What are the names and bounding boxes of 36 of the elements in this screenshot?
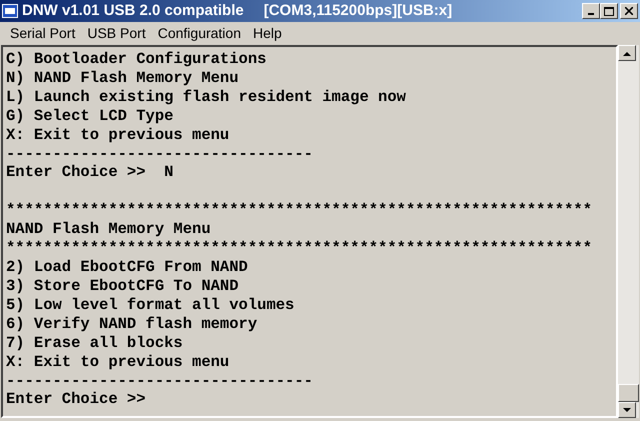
- up-arrow-icon: [623, 50, 631, 56]
- menu-item[interactable]: Configuration: [152, 22, 247, 44]
- menu-item[interactable]: Help: [247, 22, 288, 44]
- menu-item[interactable]: USB Port: [81, 22, 152, 44]
- window-title: DNW v1.01 USB 2.0 compatible: [22, 0, 244, 21]
- menu-item[interactable]: Serial Port: [4, 22, 82, 44]
- terminal-line: N) NAND Flash Memory Menu: [6, 68, 239, 88]
- terminal-line: NAND Flash Memory Menu: [6, 220, 211, 240]
- terminal-line: 6) Verify NAND flash memory: [6, 314, 258, 334]
- terminal-line: Enter Choice >> N: [6, 163, 174, 182]
- connection-status: [COM3,115200bps][USB:x]: [264, 0, 452, 21]
- terminal-line: X: Exit to previous menu: [6, 352, 230, 372]
- terminal-line: C) Bootloader Configurations: [6, 50, 266, 69]
- terminal-line: 7) Erase all blocks: [6, 334, 183, 353]
- close-button[interactable]: [620, 3, 638, 19]
- maximize-button[interactable]: [600, 3, 618, 19]
- app-icon: [2, 4, 18, 18]
- terminal-line: ***************************************************************: [6, 239, 592, 258]
- terminal-line: 2) Load EbootCFG From NAND: [6, 258, 248, 277]
- scrollbar[interactable]: [618, 45, 639, 418]
- down-arrow-icon: [623, 408, 631, 412]
- terminal-line: ***************************************************************: [6, 201, 592, 220]
- terminal-line: X: Exit to previous menu: [6, 126, 230, 145]
- close-icon: [625, 7, 633, 15]
- terminal-line: G) Select LCD Type: [6, 106, 174, 126]
- minimize-button[interactable]: [582, 3, 600, 19]
- terminal-line: Enter Choice >>: [6, 390, 146, 410]
- terminal-line: 5) Low level format all volumes: [6, 296, 294, 315]
- scroll-thumb[interactable]: [618, 384, 639, 402]
- scroll-up-button[interactable]: [618, 45, 636, 61]
- terminal-line: ---------------------------------: [6, 144, 313, 164]
- maximize-icon: [604, 6, 614, 16]
- terminal-line: L) Launch existing flash resident image now: [6, 88, 406, 107]
- scroll-down-button[interactable]: [618, 402, 636, 418]
- terminal-line: 3) Store EbootCFG To NAND: [6, 276, 239, 296]
- terminal-line: ---------------------------------: [6, 372, 313, 390]
